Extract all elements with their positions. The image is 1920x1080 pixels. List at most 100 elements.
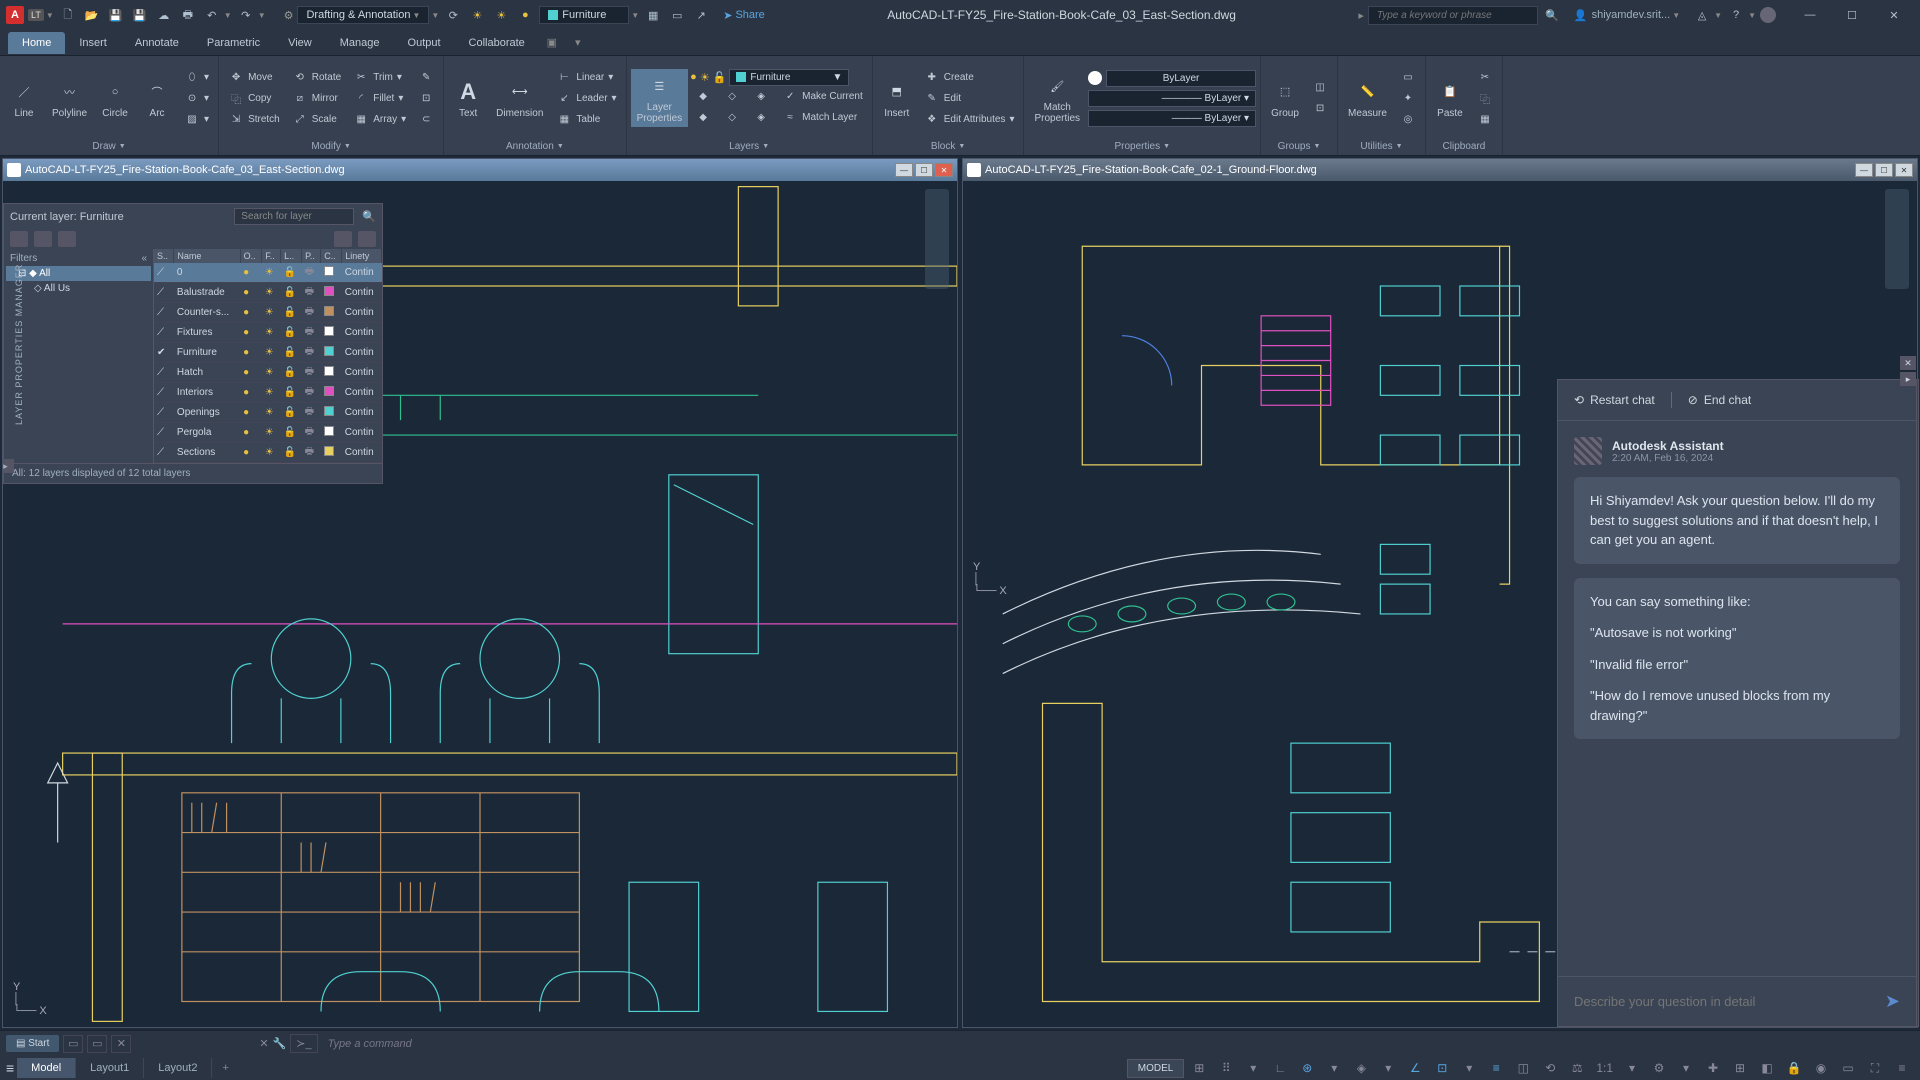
filter-node-all-used[interactable]: ◇ All Us: [6, 281, 151, 296]
layer-row[interactable]: ✔Furniture●☀🔓🖶Contin: [154, 343, 382, 363]
lineweight-bylayer-dropdown[interactable]: ——— ByLayer ▾: [1088, 110, 1256, 127]
modify-extra-3[interactable]: ⊂: [413, 109, 439, 129]
tab-insert[interactable]: Insert: [65, 32, 121, 54]
sb-dd-6[interactable]: ▾: [1674, 1058, 1698, 1078]
block-edit-attr-button[interactable]: ❖Edit Attributes ▾: [919, 109, 1020, 129]
clip-extra[interactable]: ▦: [1472, 109, 1498, 129]
sb-dd-4[interactable]: ▾: [1457, 1058, 1481, 1078]
layer-tool-5[interactable]: ◇: [719, 108, 745, 128]
cleanscreen-icon[interactable]: ⛶: [1863, 1058, 1887, 1078]
qat-save-icon[interactable]: 💾: [106, 5, 126, 25]
doc-titlebar-right[interactable]: AutoCAD-LT-FY25_Fire-Station-Book-Cafe_0…: [963, 159, 1917, 181]
sb-dd-1[interactable]: ▾: [1241, 1058, 1265, 1078]
layer-row[interactable]: ⟋Sections●☀🔓🖶Contin: [154, 443, 382, 463]
doc-max-button[interactable]: ☐: [915, 163, 933, 177]
chat-pin-icon[interactable]: ▸: [1900, 372, 1916, 386]
layer-tool-1[interactable]: ◆: [690, 87, 716, 107]
leader-button[interactable]: ↙Leader ▾: [551, 88, 621, 108]
annoscale-toggle-icon[interactable]: ⚖: [1565, 1058, 1589, 1078]
osnap-toggle-icon[interactable]: ∠: [1403, 1058, 1427, 1078]
lp-tool-refresh-icon[interactable]: [334, 231, 352, 247]
layer-row[interactable]: ⟋Interiors●☀🔓🖶Contin: [154, 383, 382, 403]
tab-overflow[interactable]: ▾: [565, 36, 591, 49]
draw-extra-1[interactable]: ⬯▾: [179, 67, 214, 87]
text-button[interactable]: AText: [448, 75, 488, 122]
lineweight-toggle-icon[interactable]: ≡: [1484, 1058, 1508, 1078]
qat-window-icon[interactable]: ▭: [667, 5, 687, 25]
tab-annotate[interactable]: Annotate: [121, 32, 193, 54]
scale-button[interactable]: ⤢Scale: [287, 109, 346, 129]
quickprops-icon[interactable]: ◧: [1755, 1058, 1779, 1078]
annomonitor-icon[interactable]: ✚: [1701, 1058, 1725, 1078]
layer-lock-icon[interactable]: 🔓: [713, 71, 727, 84]
qat-sun1-icon[interactable]: ☀: [467, 5, 487, 25]
doc-min-button[interactable]: —: [1855, 163, 1873, 177]
draw-extra-3[interactable]: ▨▾: [179, 109, 214, 129]
doc-close-button[interactable]: ✕: [1895, 163, 1913, 177]
tab-output[interactable]: Output: [394, 32, 455, 54]
cmd-recent-icon[interactable]: ▭: [63, 1035, 83, 1053]
transparency-toggle-icon[interactable]: ◫: [1511, 1058, 1535, 1078]
lp-tool-settings-icon[interactable]: [358, 231, 376, 247]
layer-bulb-icon[interactable]: ●: [690, 71, 697, 83]
snap-toggle-icon[interactable]: ⠿: [1214, 1058, 1238, 1078]
copy-button[interactable]: ⿻Copy: [223, 88, 285, 108]
layer-sun-icon[interactable]: ☀: [700, 71, 710, 84]
line-button[interactable]: ／Line: [4, 75, 44, 122]
layout-add-button[interactable]: +: [212, 1058, 238, 1078]
qat-layers-icon[interactable]: ▦: [643, 5, 663, 25]
insert-block-button[interactable]: ⬒Insert: [877, 75, 917, 122]
autodesk-app-icon[interactable]: ◬: [1692, 5, 1712, 25]
dimension-button[interactable]: ⟷Dimension: [490, 75, 549, 122]
qat-redo-icon[interactable]: ↷: [236, 5, 256, 25]
qat-arrow-icon[interactable]: ↗: [691, 5, 711, 25]
command-input[interactable]: Type a command: [322, 1038, 1914, 1050]
copy-clip-button[interactable]: ⿻: [1472, 88, 1498, 108]
layer-tool-6[interactable]: ◈: [748, 108, 774, 128]
cmd-close2-icon[interactable]: ✕: [259, 1037, 268, 1050]
cycling-toggle-icon[interactable]: ⟲: [1538, 1058, 1562, 1078]
window-close-button[interactable]: ✕: [1874, 3, 1914, 27]
make-current-button[interactable]: ✓Make Current: [777, 87, 868, 107]
doc-max-button[interactable]: ☐: [1875, 163, 1893, 177]
paste-button[interactable]: 📋Paste: [1430, 75, 1470, 122]
util-extra-1[interactable]: ▭: [1395, 67, 1421, 87]
circle-button[interactable]: ○Circle: [95, 75, 135, 122]
window-minimize-button[interactable]: —: [1790, 3, 1830, 27]
stretch-button[interactable]: ⇲Stretch: [223, 109, 285, 129]
drawing-canvas-left[interactable]: ✕ ▸ LAYER PROPERTIES MANAGER Current lay…: [3, 181, 957, 1027]
modify-extra-2[interactable]: ⊡: [413, 88, 439, 108]
group-button[interactable]: ⬚Group: [1265, 75, 1305, 122]
lp-tool-delete-icon[interactable]: [58, 231, 76, 247]
iso-toggle-icon[interactable]: ◈: [1349, 1058, 1373, 1078]
sb-dd-2[interactable]: ▾: [1322, 1058, 1346, 1078]
tab-view[interactable]: View: [274, 32, 326, 54]
block-edit-button[interactable]: ✎Edit: [919, 88, 1020, 108]
statusbar-menu-icon[interactable]: ≡: [6, 1060, 14, 1076]
qat-sun2-icon[interactable]: ☀: [491, 5, 511, 25]
tab-manage[interactable]: Manage: [326, 32, 394, 54]
layer-search-icon[interactable]: 🔍: [362, 210, 376, 223]
linear-button[interactable]: ⊢Linear ▾: [551, 67, 621, 87]
navigation-bar[interactable]: [1885, 189, 1909, 289]
layer-row[interactable]: ⟋Counter-s...●☀🔓🖶Contin: [154, 303, 382, 323]
layer-row[interactable]: ⟋Fixtures●☀🔓🖶Contin: [154, 323, 382, 343]
chat-input-field[interactable]: [1574, 994, 1885, 1009]
tab-featured-apps[interactable]: ▣: [539, 36, 565, 49]
tab-collaborate[interactable]: Collaborate: [455, 32, 539, 54]
mirror-button[interactable]: ⧄Mirror: [287, 88, 346, 108]
help-search-input[interactable]: Type a keyword or phrase: [1368, 6, 1538, 25]
start-button[interactable]: ▤ Start: [6, 1035, 59, 1052]
doc-min-button[interactable]: —: [895, 163, 913, 177]
doc-close-button[interactable]: ✕: [935, 163, 953, 177]
layer-grid[interactable]: S..NameO..F..L..P..C..Linety ⟋0●☀🔓🖶Conti…: [154, 249, 382, 463]
sb-dd-5[interactable]: ▾: [1620, 1058, 1644, 1078]
layout-tab-layout2[interactable]: Layout2: [144, 1058, 212, 1078]
restart-chat-button[interactable]: ⟲Restart chat: [1574, 393, 1655, 407]
draw-extra-2[interactable]: ⊙▾: [179, 88, 214, 108]
app-menu-dropdown[interactable]: ▼: [46, 11, 54, 20]
layer-filters-tree[interactable]: Filters« ⊟ ◆ All ◇ All Us: [4, 249, 154, 463]
palette-side-title[interactable]: ✕ ▸ LAYER PROPERTIES MANAGER: [3, 204, 4, 484]
layer-tool-3[interactable]: ◈: [748, 87, 774, 107]
move-button[interactable]: ✥Move: [223, 67, 285, 87]
